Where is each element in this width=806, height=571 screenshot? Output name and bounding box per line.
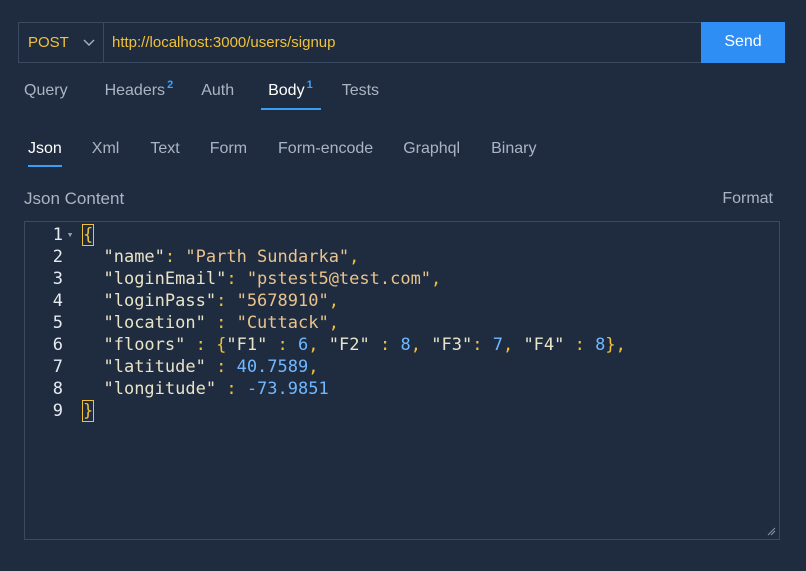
- url-input[interactable]: [104, 23, 701, 62]
- tab-tests[interactable]: Tests: [342, 82, 379, 110]
- method-select[interactable]: POST: [19, 23, 104, 62]
- tab-label: Body: [268, 82, 305, 99]
- code-lines: 1 ▾{2 "name": "Parth Sundarka", 3 "loginEm…: [25, 224, 626, 422]
- line-content: {: [81, 224, 95, 246]
- line-content: }: [81, 400, 95, 422]
- body-type-graphql[interactable]: Graphql: [403, 140, 460, 167]
- code-line: 7 "latitude" : 40.7589,: [25, 356, 626, 378]
- line-number: 7: [52, 357, 63, 377]
- line-number: 8: [52, 379, 63, 399]
- line-content: "longitude" : -73.9851: [103, 379, 329, 399]
- tab-headers[interactable]: Headers 2: [104, 79, 174, 110]
- code-line: 6 "floors" : {"F1" : 6, "F2" : 8, "F3": …: [25, 334, 626, 356]
- tab-query[interactable]: Query: [24, 82, 68, 110]
- gutter-spacer: [63, 268, 77, 290]
- line-number: 3: [52, 269, 63, 289]
- json-content-label: Json Content: [24, 189, 125, 208]
- fold-arrow-icon[interactable]: ▾: [63, 224, 77, 246]
- tab-label: Auth: [201, 82, 235, 99]
- code-line: 4 "loginPass": "5678910",: [25, 290, 626, 312]
- gutter-spacer: [63, 378, 77, 400]
- tab-label: Headers: [104, 82, 166, 99]
- line-number: 4: [52, 291, 63, 311]
- code-line: 2 "name": "Parth Sundarka",: [25, 246, 626, 268]
- body-type-form[interactable]: Form: [210, 140, 247, 167]
- line-number: 6: [52, 335, 63, 355]
- code-line: 9}: [25, 400, 626, 422]
- send-button[interactable]: Send: [701, 22, 785, 63]
- request-tabs: Query Headers 2 Auth Body 1 Tests: [24, 79, 379, 110]
- format-button[interactable]: Format: [722, 190, 773, 208]
- body-type-json[interactable]: Json: [28, 140, 62, 167]
- tab-label: Tests: [341, 82, 380, 99]
- line-content: "name": "Parth Sundarka",: [103, 247, 360, 267]
- gutter-spacer: [63, 312, 77, 334]
- gutter-spacer: [63, 334, 77, 356]
- gutter-spacer: [63, 246, 77, 268]
- body-type-xml[interactable]: Xml: [92, 140, 120, 167]
- code-line: 5 "location" : "Cuttack",: [25, 312, 626, 334]
- body-type-binary[interactable]: Binary: [491, 140, 536, 167]
- line-number: 5: [52, 313, 63, 333]
- body-type-tabs: Json Xml Text Form Form-encode Graphql B…: [28, 140, 536, 167]
- gutter-spacer: [63, 400, 77, 422]
- url-bar: POST Send: [18, 22, 785, 63]
- line-content: "loginEmail": "pstest5@test.com",: [103, 269, 442, 289]
- line-number: 9: [52, 401, 63, 421]
- line-number: 2: [52, 247, 63, 267]
- tab-auth[interactable]: Auth: [201, 82, 234, 110]
- tab-body[interactable]: Body 1: [261, 79, 321, 110]
- gutter-spacer: [63, 356, 77, 378]
- line-content: "location" : "Cuttack",: [103, 313, 339, 333]
- resize-grip-icon[interactable]: [766, 526, 776, 536]
- line-content: "loginPass": "5678910",: [103, 291, 339, 311]
- body-type-form-encode[interactable]: Form-encode: [278, 140, 373, 167]
- line-content: "floors" : {"F1" : 6, "F2" : 8, "F3": 7,…: [103, 335, 626, 355]
- tab-label: Query: [24, 82, 68, 99]
- json-editor[interactable]: 1 ▾{2 "name": "Parth Sundarka", 3 "loginEm…: [24, 221, 780, 540]
- tab-badge: 1: [306, 79, 313, 91]
- code-line: 3 "loginEmail": "pstest5@test.com",: [25, 268, 626, 290]
- line-content: "latitude" : 40.7589,: [103, 357, 319, 377]
- code-line: 8 "longitude" : -73.9851: [25, 378, 626, 400]
- code-line: 1 ▾{: [25, 224, 626, 246]
- method-label: POST: [28, 34, 69, 51]
- line-number: 1: [52, 225, 63, 245]
- chevron-down-icon: [83, 35, 95, 50]
- body-type-text[interactable]: Text: [150, 140, 179, 167]
- tab-badge: 2: [167, 79, 174, 91]
- gutter-spacer: [63, 290, 77, 312]
